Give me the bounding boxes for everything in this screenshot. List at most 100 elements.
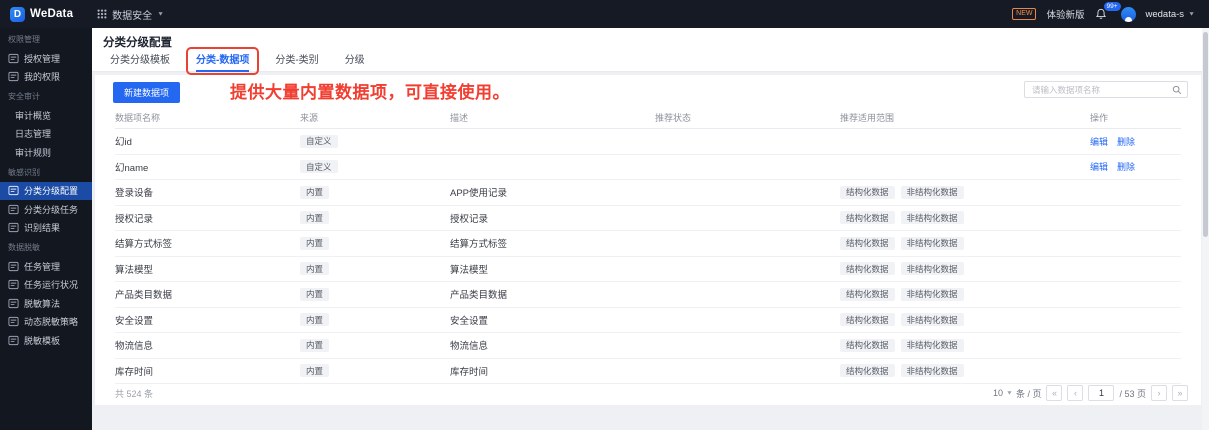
sidebar-item-label: 任务管理 [24, 261, 61, 272]
sidebar-item-3-任务管理[interactable]: 任务管理 [0, 257, 92, 276]
sidebar-item-label: 我的权限 [24, 72, 61, 83]
sidebar-item-label: 授权管理 [24, 53, 61, 64]
sidebar-section-label: 权限管理 [8, 35, 40, 44]
table-body: 幻id 自定义 编辑 删除 幻name 自定义 编辑 删除 登录设备 内置 APP使用记录 结构化数据… [115, 129, 1181, 384]
scope-tag: 非结构化数据 [900, 236, 964, 250]
action-link-编辑[interactable]: 编辑 [1090, 135, 1108, 148]
wedata-logo[interactable]: D WeData [0, 6, 87, 22]
column-header-数据项名称: 数据项名称 [115, 113, 161, 123]
tab-分类-数据项[interactable]: 分类-数据项 [186, 47, 260, 75]
notification-bell-icon[interactable]: 99+ [1095, 2, 1121, 22]
recognition-result-icon [8, 222, 19, 233]
cell-name: 登录设备 [115, 188, 154, 200]
cell-name: 产品类目数据 [115, 290, 173, 302]
tab-分类分级模板[interactable]: 分类分级模板 [110, 52, 170, 72]
wedata-logo-text: WeData [30, 8, 74, 20]
scrollbar-thumb[interactable] [1203, 32, 1208, 237]
scope-tag: 非结构化数据 [900, 338, 964, 352]
scrollbar-track[interactable] [1202, 28, 1209, 430]
source-tag: 内置 [300, 185, 330, 199]
classify-config-icon [8, 185, 19, 196]
cell-source: 内置 [300, 185, 450, 199]
search-box [1024, 81, 1188, 98]
wedata-security-console: D WeData 数据安全 ▼ NEW 体验新版 99+ wedata-s ▼ … [0, 0, 1209, 430]
column-header-操作: 操作 [1090, 113, 1109, 123]
user-name-label: wedata-s [1145, 8, 1185, 20]
cell-source: 内置 [300, 287, 450, 301]
search-icon[interactable] [1172, 85, 1182, 95]
first-page-button[interactable]: « [1046, 385, 1063, 401]
sidebar-item-label: 脱敏模板 [24, 335, 61, 346]
last-page-button[interactable]: » [1172, 385, 1188, 401]
cell-name: 授权记录 [115, 213, 154, 225]
sidebar-item-0-我的权限[interactable]: 我的权限 [0, 68, 92, 87]
cell-scope: 结构化数据 非结构化数据 [840, 211, 1090, 225]
sidebar-item-1-日志管理[interactable]: 日志管理 [0, 125, 92, 144]
page-size-unit: 条 / 页 [1015, 388, 1042, 399]
scope-tag: 非结构化数据 [900, 185, 964, 199]
user-menu[interactable]: wedata-s ▼ [1146, 9, 1196, 20]
avatar[interactable] [1120, 6, 1136, 22]
new-data-item-button[interactable]: 新建数据项 [113, 82, 181, 103]
next-page-button[interactable]: › [1151, 385, 1167, 401]
sidebar-item-3-脱敏算法[interactable]: 脱敏算法 [0, 294, 92, 313]
sidebar-section-label: 敏感识别 [8, 167, 40, 177]
product-switcher-label: 数据安全 [112, 10, 153, 22]
total-count-label: 共 524 条 [115, 388, 154, 399]
action-link-删除[interactable]: 删除 [1117, 135, 1135, 148]
action-link-删除[interactable]: 删除 [1117, 160, 1135, 173]
sidebar-item-3-脱敏模板[interactable]: 脱敏模板 [0, 331, 92, 350]
sidebar-item-0-授权管理[interactable]: 授权管理 [0, 49, 92, 68]
prev-page-button[interactable]: ‹ [1067, 385, 1084, 401]
chevron-down-icon: ▼ [1006, 390, 1013, 396]
cell-name: 库存时间 [115, 366, 154, 378]
action-link-编辑[interactable]: 编辑 [1090, 160, 1108, 173]
masking-template-icon [8, 335, 19, 346]
cell-source: 内置 [300, 236, 450, 250]
page-size-select[interactable]: 10 ▼ 条 / 页 [993, 387, 1041, 400]
source-tag: 自定义 [300, 160, 338, 174]
table-row: 授权记录 内置 授权记录 结构化数据 非结构化数据 [115, 206, 1181, 231]
cell-description: 授权记录 [450, 213, 489, 225]
sidebar-item-1-审计规则[interactable]: 审计规则 [0, 143, 92, 162]
sidebar-item-3-任务运行状况[interactable]: 任务运行状况 [0, 276, 92, 295]
sidebar-item-label: 审计概览 [15, 110, 52, 121]
scope-tag: 结构化数据 [840, 262, 895, 276]
sidebar-item-2-识别结果[interactable]: 识别结果 [0, 219, 92, 238]
sidebar-item-label: 任务运行状况 [24, 280, 79, 291]
wedata-logo-icon: D [10, 6, 25, 22]
table-row: 幻id 自定义 编辑 删除 [115, 129, 1181, 155]
dynamic-masking-icon [8, 316, 19, 327]
page-number-input[interactable] [1088, 385, 1115, 401]
scope-tag: 非结构化数据 [900, 364, 964, 378]
sidebar-item-2-分类分级任务[interactable]: 分类分级任务 [0, 200, 92, 219]
cell-source: 自定义 [300, 134, 450, 148]
annotation-text: 提供大量内置数据项，可直接使用。 [230, 83, 510, 102]
try-new-version-link[interactable]: 体验新版 [1046, 7, 1084, 21]
sidebar-section-label: 数据脱敏 [8, 243, 40, 252]
cell-scope: 结构化数据 非结构化数据 [840, 364, 1090, 378]
cell-actions: 编辑 删除 [1090, 160, 1181, 173]
cell-source: 内置 [300, 211, 450, 225]
sidebar-item-label: 日志管理 [15, 129, 52, 140]
tab-active-underline [196, 70, 250, 72]
table-row: 结算方式标签 内置 结算方式标签 结构化数据 非结构化数据 [115, 231, 1181, 257]
product-switcher[interactable]: 数据安全 ▼ [87, 0, 174, 28]
sidebar-item-3-动态脱敏策略[interactable]: 动态脱敏策略 [0, 313, 92, 332]
cell-name: 安全设置 [115, 315, 154, 327]
tab-分类-类别[interactable]: 分类-类别 [275, 52, 318, 72]
source-tag: 自定义 [300, 134, 338, 148]
search-input[interactable] [1032, 84, 1172, 95]
sidebar-item-2-分类分级配置[interactable]: 分类分级配置 [0, 181, 92, 200]
tab-分级[interactable]: 分级 [345, 52, 365, 72]
topbar-right: NEW 体验新版 99+ wedata-s ▼ [1012, 2, 1209, 22]
cell-description: APP使用记录 [450, 188, 508, 200]
masking-algorithm-icon [8, 298, 19, 309]
chevron-down-icon: ▼ [1188, 11, 1195, 17]
sidebar-item-1-审计概览[interactable]: 审计概览 [0, 106, 92, 125]
table-row: 算法模型 内置 算法模型 结构化数据 非结构化数据 [115, 257, 1181, 282]
task-status-icon [8, 279, 19, 290]
sidebar-item-label: 审计规则 [15, 147, 52, 158]
cell-actions: 编辑 删除 [1090, 135, 1181, 148]
new-badge: NEW [1012, 8, 1037, 20]
